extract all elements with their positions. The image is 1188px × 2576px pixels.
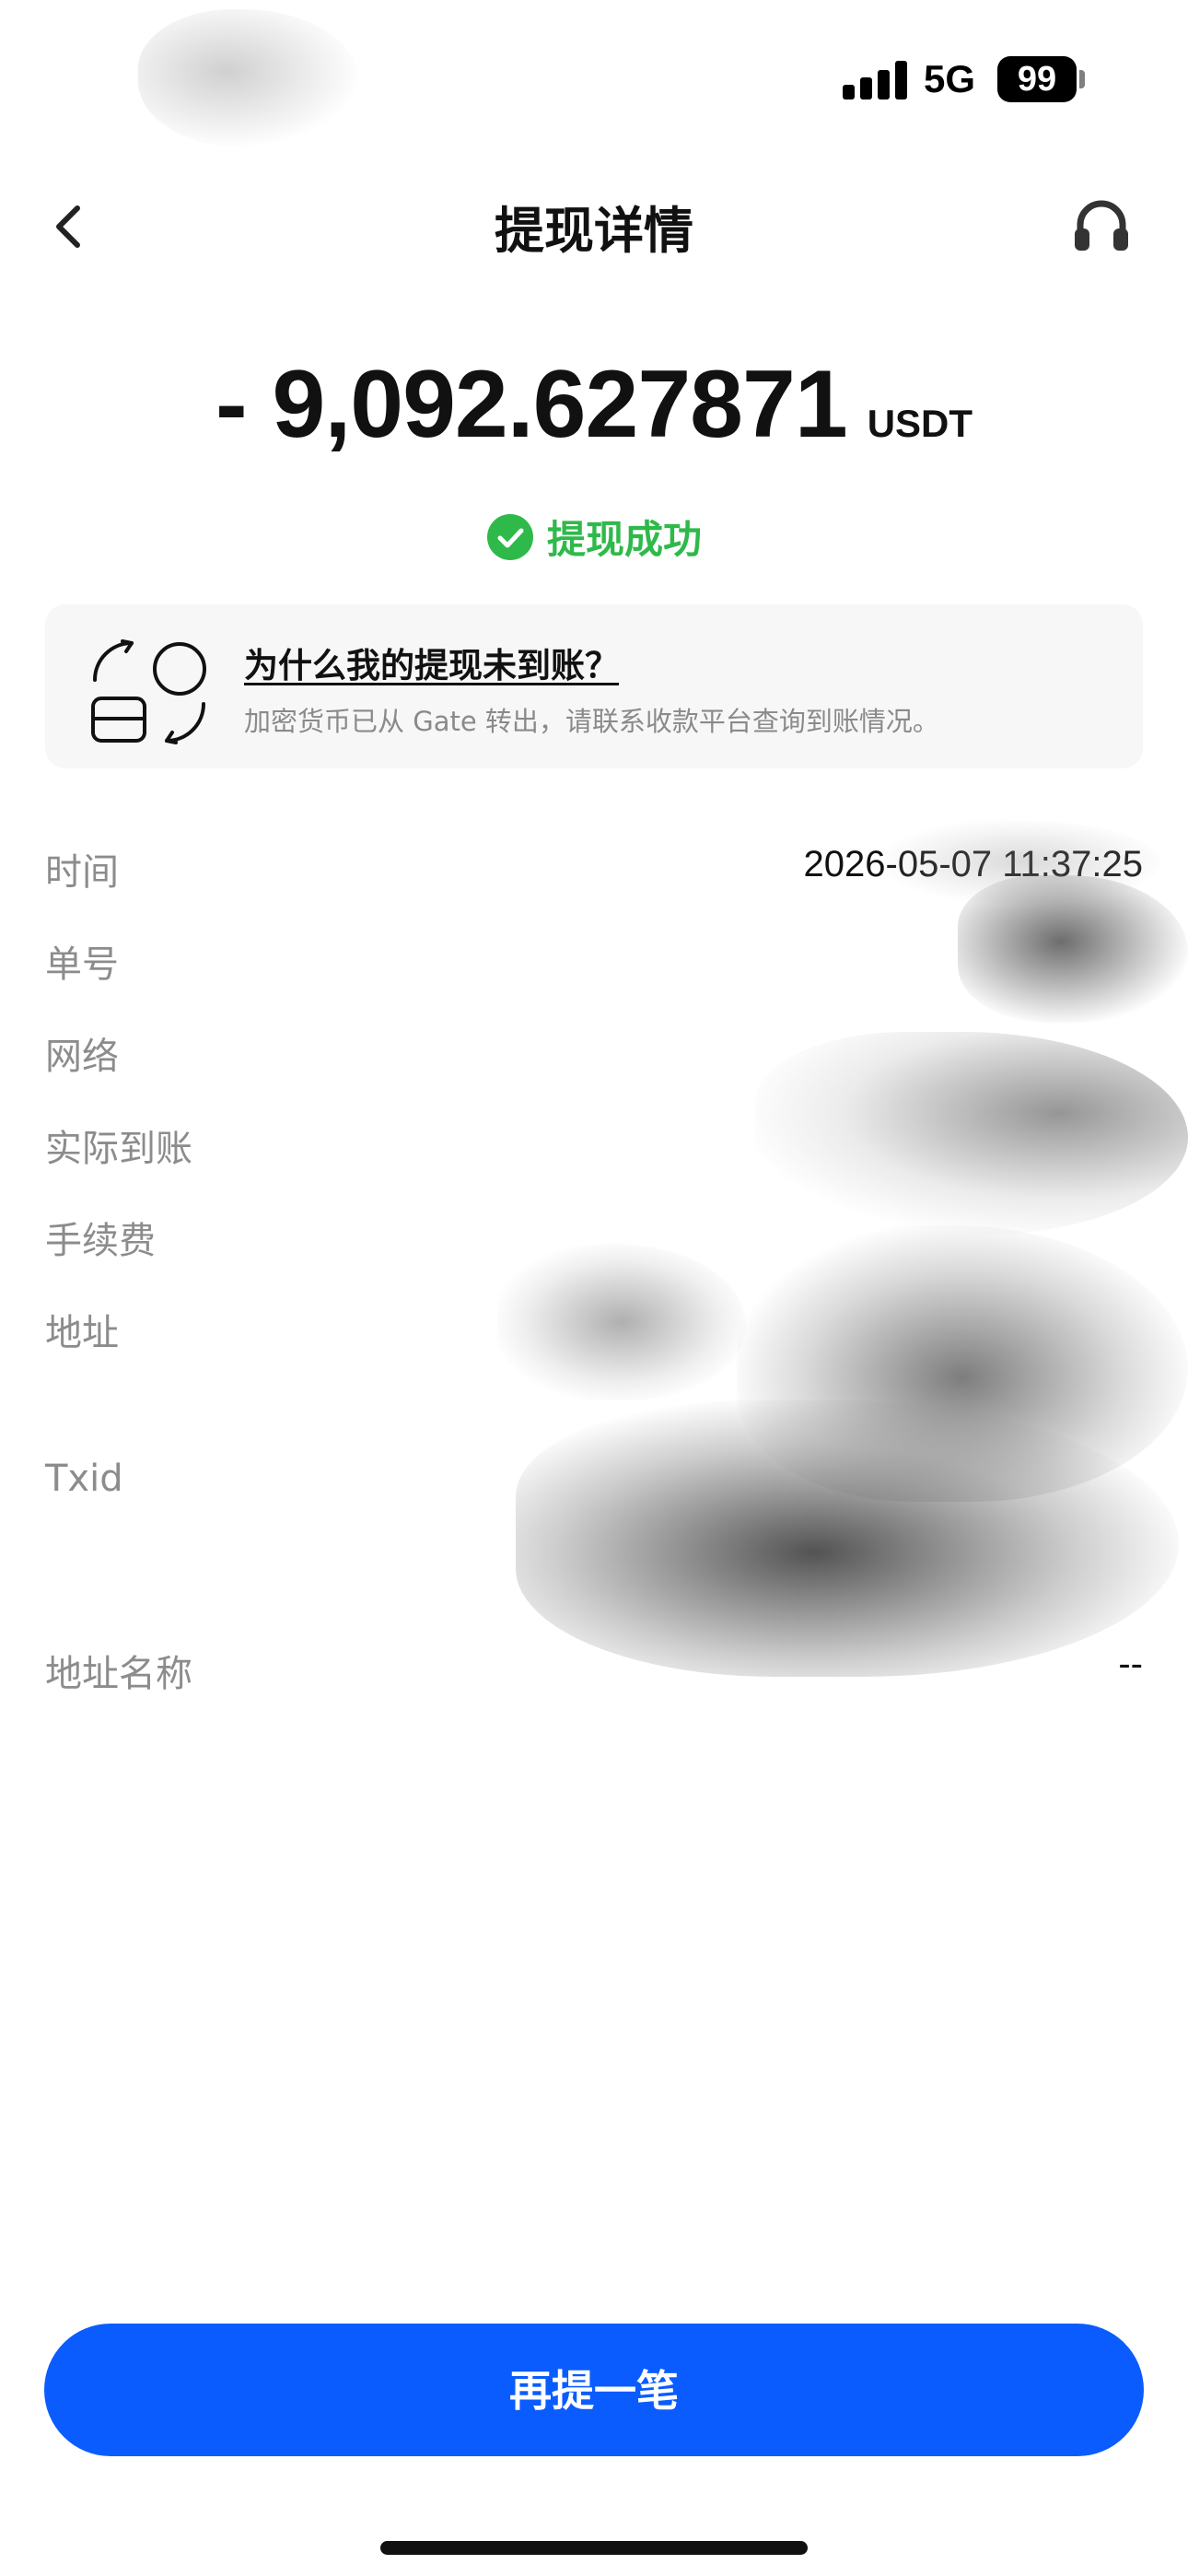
redaction-scribble bbox=[497, 1244, 746, 1400]
network-type-label: 5G bbox=[924, 57, 976, 100]
detail-label-actual-received: 实际到账 bbox=[45, 1128, 192, 1170]
redaction-scribble bbox=[516, 1400, 1179, 1677]
info-card[interactable]: 为什么我的提现未到账？ 加密货币已从 Gate 转出，请联系收款平台查询到账情况… bbox=[45, 604, 1143, 768]
status-text: 提现成功 bbox=[546, 517, 702, 562]
headphones-icon bbox=[1075, 200, 1128, 251]
battery-tip bbox=[1079, 70, 1085, 88]
detail-value-time: 2026-05-07 11:37:25 bbox=[803, 844, 1143, 884]
card-help-link[interactable]: 为什么我的提现未到账？ bbox=[244, 638, 619, 687]
redaction-scribble bbox=[958, 875, 1188, 1023]
redaction-scribble bbox=[138, 9, 359, 147]
card-description: 加密货币已从 Gate 转出，请联系收款平台查询到账情况。 bbox=[244, 706, 939, 737]
refresh-wallet-icon bbox=[91, 639, 206, 744]
amount-display: - 9,092.627871 USDT bbox=[0, 350, 1188, 460]
redaction-scribble bbox=[755, 1032, 1188, 1235]
battery-indicator: 99 bbox=[997, 56, 1077, 102]
detail-label-time: 时间 bbox=[45, 851, 119, 894]
page-title: 提现详情 bbox=[495, 202, 693, 260]
detail-label-address-name: 地址名称 bbox=[45, 1653, 192, 1695]
detail-label-fee: 手续费 bbox=[45, 1220, 156, 1262]
detail-value-address-name: -- bbox=[1118, 1644, 1143, 1684]
home-indicator bbox=[380, 2541, 808, 2555]
cellular-signal-icon bbox=[843, 61, 909, 100]
amount-value: - 9,092.627871 bbox=[215, 351, 848, 458]
redaction-scribble bbox=[737, 1225, 1188, 1502]
withdraw-status: 提现成功 bbox=[0, 509, 1188, 565]
status-bar: 5G 99 bbox=[0, 0, 1188, 166]
customer-support-button[interactable] bbox=[1071, 195, 1132, 256]
withdraw-again-button[interactable]: 再提一笔 bbox=[44, 2324, 1144, 2456]
detail-label-order-id: 单号 bbox=[45, 943, 119, 986]
detail-label-address: 地址 bbox=[45, 1312, 119, 1354]
check-circle-icon bbox=[486, 513, 533, 560]
detail-label-txid: Txid bbox=[45, 1458, 123, 1500]
amount-unit: USDT bbox=[867, 402, 973, 445]
detail-label-network: 网络 bbox=[45, 1036, 119, 1078]
